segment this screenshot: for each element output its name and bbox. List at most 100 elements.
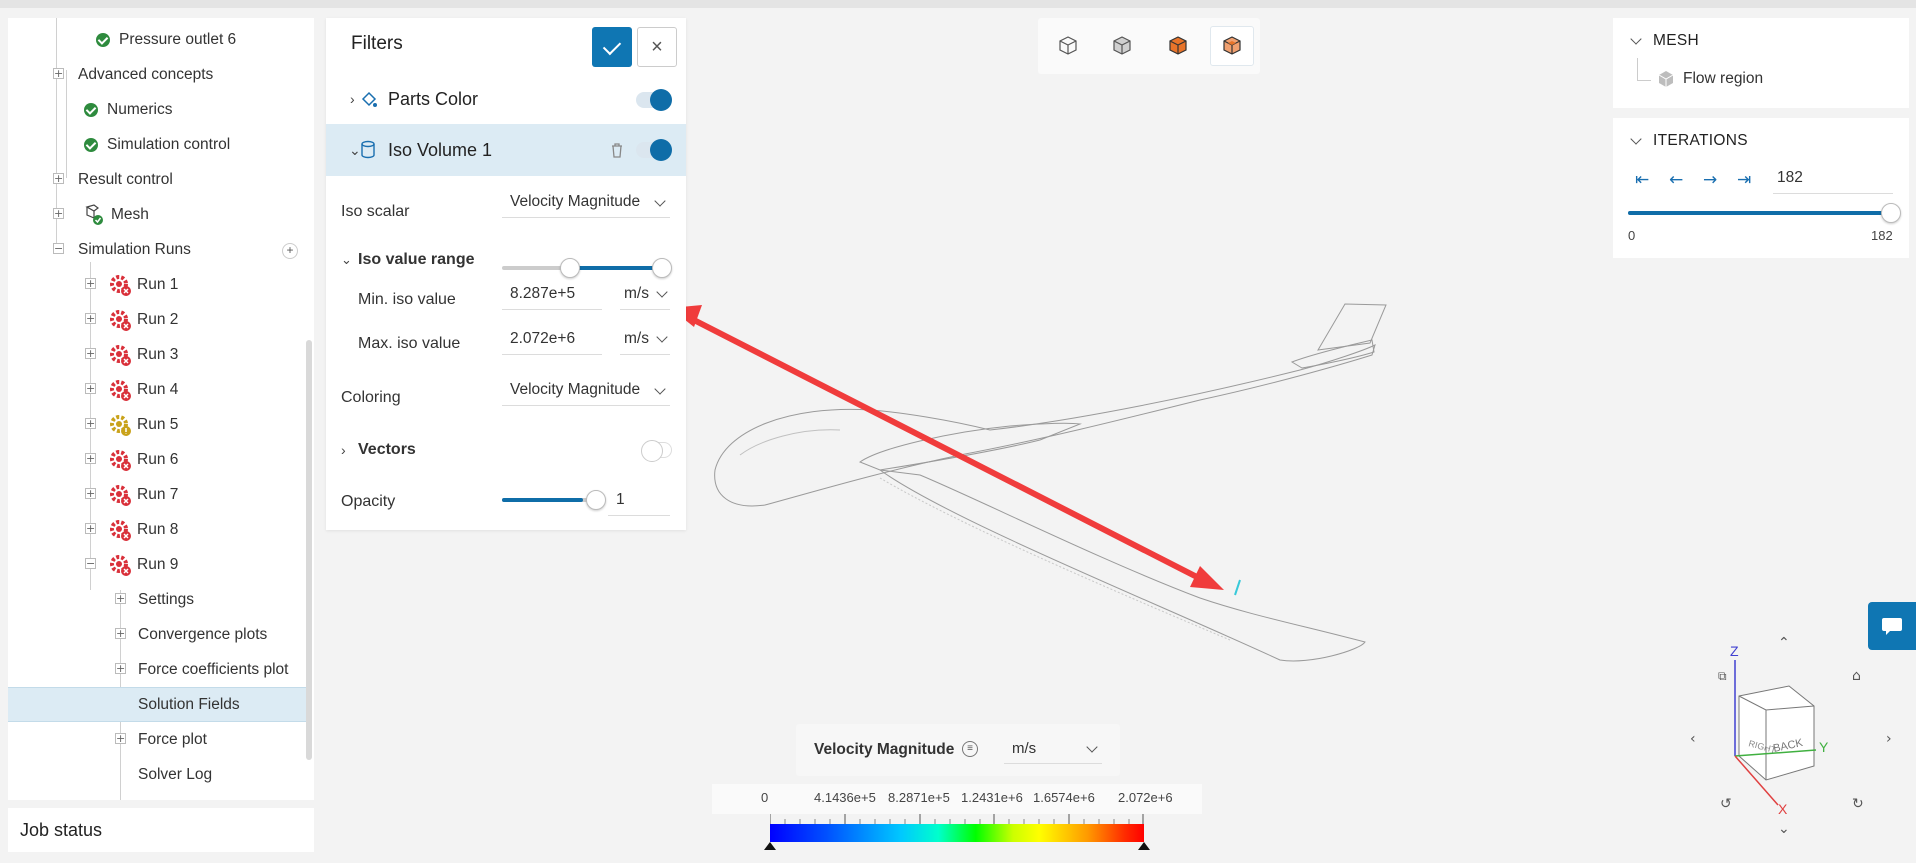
expand-toggle[interactable]: + <box>115 663 126 674</box>
expand-toggle[interactable]: + <box>115 628 126 639</box>
iteration-slider-handle[interactable] <box>1881 203 1901 223</box>
chevron-down-icon <box>656 331 668 343</box>
legend-tick-label: 2.072e+6 <box>1118 790 1173 805</box>
colorbar-ticks <box>770 814 1144 824</box>
iso-scalar-select[interactable]: Velocity Magnitude <box>502 186 670 218</box>
expand-toggle[interactable]: + <box>85 453 96 464</box>
legend-settings-icon[interactable]: ≡ <box>962 741 978 757</box>
expand-toggle[interactable]: + <box>85 348 96 359</box>
paint-bucket-icon <box>361 91 377 107</box>
tree-item-force-coefficients-plot[interactable]: Force coefficients plot <box>138 652 288 687</box>
rotate-cw-icon: ↻ <box>1852 796 1864 812</box>
vectors-row[interactable]: › Vectors <box>326 428 686 472</box>
chevron-down-icon[interactable]: ⌄ <box>349 142 361 159</box>
opacity-slider-handle[interactable] <box>586 490 606 510</box>
parts-color-toggle[interactable] <box>636 89 672 111</box>
mesh-item-flow-region[interactable]: Flow region <box>1657 70 1763 88</box>
opacity-input[interactable]: 1 <box>608 484 670 516</box>
tree-item-run-4[interactable]: Run 4 <box>108 372 178 407</box>
tree-item-simulation-runs[interactable]: Simulation Runs <box>78 232 191 267</box>
transparent-view-button[interactable] <box>1210 26 1254 66</box>
tree-item-settings[interactable]: Settings <box>138 582 194 617</box>
legend-tick-label: 1.6574e+6 <box>1033 790 1095 805</box>
tree-item-solution-fields[interactable]: Solution Fields <box>8 687 306 722</box>
chat-button[interactable] <box>1868 602 1916 650</box>
expand-toggle[interactable]: + <box>53 208 64 219</box>
chevron-right-icon[interactable]: › <box>350 91 355 107</box>
expand-toggle[interactable]: + <box>53 173 64 184</box>
filters-header: Filters × <box>326 18 686 70</box>
tree-item-run-6[interactable]: Run 6 <box>108 442 178 477</box>
vectors-toggle[interactable] <box>641 440 672 462</box>
tree-connector <box>1637 58 1638 80</box>
colorbar-min-handle[interactable] <box>763 841 777 851</box>
add-run-button[interactable]: + <box>282 243 298 259</box>
tree-item-force-plot[interactable]: Force plot <box>138 722 207 757</box>
surface-edges-view-button[interactable] <box>1156 26 1200 66</box>
filter-iso-volume[interactable]: ⌄ Iso Volume 1 <box>326 124 686 176</box>
tree-item-run-8[interactable]: Run 8 <box>108 512 178 547</box>
chevron-down-icon[interactable]: ⌄ <box>341 252 352 268</box>
iso-volume-toggle[interactable] <box>636 139 672 161</box>
expand-toggle[interactable]: + <box>53 68 64 79</box>
wireframe-view-button[interactable] <box>1046 26 1090 66</box>
chevron-down-icon[interactable] <box>1630 33 1642 45</box>
tree-item-run-7[interactable]: Run 7 <box>108 477 178 512</box>
iso-range-min-handle[interactable] <box>560 258 580 278</box>
iso-range-max-handle[interactable] <box>652 258 672 278</box>
run-error-icon <box>110 344 131 366</box>
tree-item-numerics[interactable]: Numerics <box>84 92 172 127</box>
chevron-right-icon[interactable]: › <box>341 442 346 458</box>
colorbar-max-handle[interactable] <box>1137 841 1151 851</box>
max-iso-input[interactable]: 2.072e+6 <box>502 323 602 355</box>
last-iteration-button[interactable]: ⇥ <box>1737 170 1751 190</box>
chevron-down-icon <box>654 195 666 207</box>
expand-toggle[interactable]: + <box>115 733 126 744</box>
chevron-down-icon[interactable] <box>1630 133 1642 145</box>
tree-item-convergence-plots[interactable]: Convergence plots <box>138 617 267 652</box>
coloring-select[interactable]: Velocity Magnitude <box>502 374 670 406</box>
close-button[interactable]: × <box>637 27 677 67</box>
next-iteration-button[interactable]: → <box>1703 170 1717 190</box>
legend-tick-label: 4.1436e+5 <box>814 790 876 805</box>
max-iso-unit-select[interactable]: m/s <box>620 323 670 355</box>
collapse-toggle[interactable]: − <box>85 558 96 569</box>
iteration-input[interactable]: 182 <box>1773 162 1893 194</box>
min-iso-unit-select[interactable]: m/s <box>620 278 670 310</box>
first-iteration-button[interactable]: ⇤ <box>1635 170 1649 190</box>
tree-item-run-1[interactable]: Run 1 <box>108 267 178 302</box>
expand-toggle[interactable]: + <box>85 488 96 499</box>
tree-item-run-9[interactable]: Run 9 <box>108 547 178 582</box>
filter-parts-color[interactable]: › Parts Color <box>326 80 686 118</box>
iteration-min-label: 0 <box>1628 228 1636 243</box>
tree-item-pressure-outlet[interactable]: Pressure outlet 6 <box>96 22 236 57</box>
solid-view-button[interactable] <box>1100 26 1144 66</box>
top-strip <box>0 0 1916 8</box>
tree-item-advanced-concepts[interactable]: Advanced concepts <box>78 57 213 92</box>
apply-button[interactable] <box>592 27 632 67</box>
tree-item-simulation-control[interactable]: Simulation control <box>84 127 230 162</box>
legend-unit-select[interactable]: m/s <box>1004 734 1102 764</box>
navigation-gizmo[interactable]: Z Y X RIGHT BACK ⌃ ⌄ ‹ › ⧉ ⌂ ↺ ↻ <box>1686 630 1896 840</box>
expand-toggle[interactable]: + <box>85 278 96 289</box>
tree-item-mesh[interactable]: Mesh <box>82 197 149 232</box>
expand-toggle[interactable]: + <box>85 383 96 394</box>
min-iso-input[interactable]: 8.287e+5 <box>502 278 602 310</box>
trash-icon[interactable] <box>610 142 624 158</box>
tree-item-solver-log[interactable]: Solver Log <box>138 757 212 792</box>
collapse-toggle[interactable]: − <box>53 243 64 254</box>
tree-item-run-5[interactable]: Run 5 <box>108 407 178 442</box>
rotate-left-icon: ‹ <box>1690 731 1696 747</box>
iso-range-row[interactable]: ⌄ Iso value range <box>326 240 686 280</box>
expand-toggle[interactable]: + <box>85 313 96 324</box>
previous-iteration-button[interactable]: ← <box>1669 170 1683 190</box>
tree-item-result-control[interactable]: Result control <box>78 162 173 197</box>
tree-item-run-3[interactable]: Run 3 <box>108 337 178 372</box>
x-axis-label: X <box>1778 801 1788 817</box>
expand-toggle[interactable]: + <box>85 418 96 429</box>
expand-toggle[interactable]: + <box>85 523 96 534</box>
tree-scrollbar[interactable] <box>306 340 312 760</box>
expand-toggle[interactable]: + <box>115 593 126 604</box>
tree-item-run-2[interactable]: Run 2 <box>108 302 178 337</box>
job-status-panel[interactable]: Job status <box>8 808 314 852</box>
